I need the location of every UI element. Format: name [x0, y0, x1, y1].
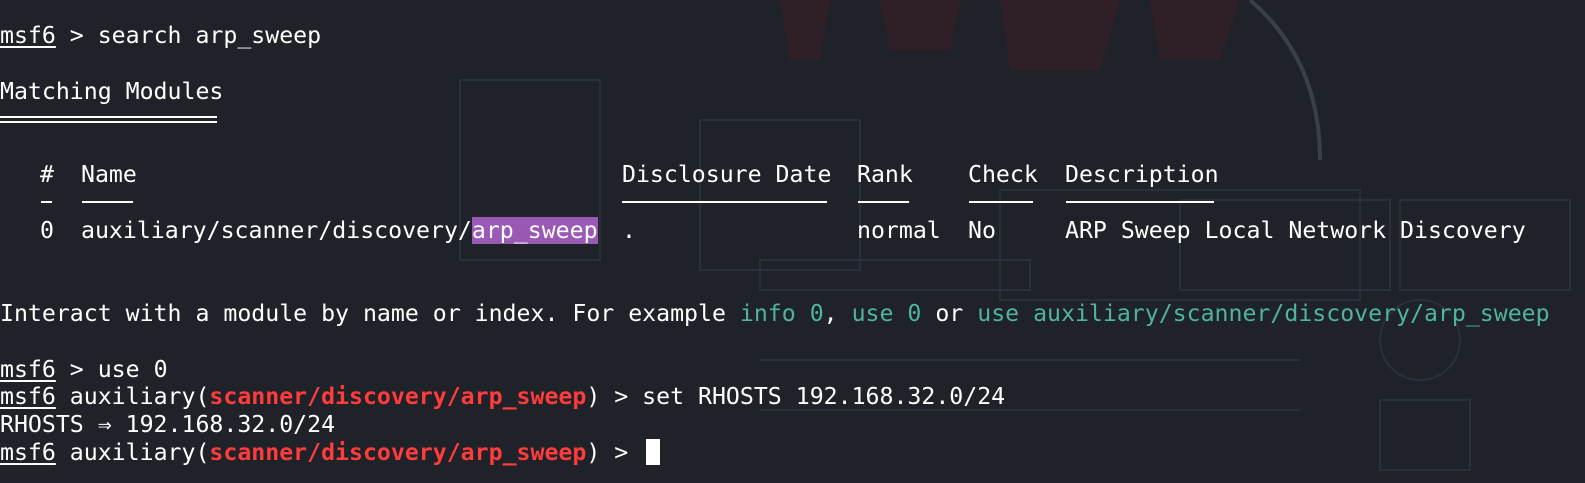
table-row-date: .	[622, 217, 636, 244]
rule-description	[1066, 201, 1214, 203]
prompt: msf6	[0, 356, 56, 383]
col-header-rank: Rank	[857, 161, 913, 188]
hint-text: Interact with a module by name or index.…	[0, 300, 740, 327]
table-row-check: No	[968, 217, 996, 244]
aux-close: ) >	[586, 439, 643, 466]
table-row-rank: normal	[857, 217, 941, 244]
rule-index	[41, 201, 52, 203]
command-line-use: msf6 > use 0	[0, 356, 168, 384]
module-path: scanner/discovery/arp_sweep	[209, 439, 587, 466]
hint-sep-1: ,	[823, 300, 852, 327]
command-line-search: msf6 > search arp_sweep	[0, 22, 321, 50]
hint-use-0: use 0	[851, 300, 922, 327]
col-header-check: Check	[968, 161, 1038, 188]
col-header-disclosure-date: Disclosure Date	[622, 161, 832, 188]
col-header-name: Name	[81, 161, 137, 188]
rule-name	[82, 201, 133, 203]
aux-open: auxiliary(	[55, 439, 210, 466]
command-line-set-rhosts: msf6 auxiliary(scanner/discovery/arp_swe…	[0, 383, 1005, 411]
hint-sep-2: or	[921, 300, 978, 327]
col-header-index: #	[40, 161, 54, 188]
module-name-prefix: auxiliary/scanner/discovery/	[81, 217, 472, 244]
table-row-name: auxiliary/scanner/discovery/arp_sweep	[81, 217, 598, 245]
interact-hint: Interact with a module by name or index.…	[0, 300, 1550, 328]
command-output: RHOSTS ⇒ 192.168.32.0/24	[0, 411, 336, 438]
command-text: > use 0	[55, 356, 168, 383]
section-title: Matching Modules	[0, 78, 224, 105]
table-row-index: 0	[40, 217, 54, 244]
command-text: set RHOSTS 192.168.32.0/24	[642, 383, 1006, 410]
terminal[interactable]: msf6 > search arp_sweep Matching Modules…	[0, 0, 1585, 483]
hint-info-0: info 0	[739, 300, 824, 327]
prompt: msf6	[0, 383, 56, 410]
rule-check	[969, 201, 1033, 203]
section-title-underline	[0, 116, 217, 123]
prompt: msf6	[0, 439, 56, 466]
text-cursor[interactable]	[646, 439, 661, 465]
prompt: msf6	[0, 22, 56, 49]
aux-close: ) >	[586, 383, 643, 410]
aux-open: auxiliary(	[55, 383, 210, 410]
col-header-description: Description	[1065, 161, 1219, 188]
current-prompt-line[interactable]: msf6 auxiliary(scanner/discovery/arp_swe…	[0, 439, 661, 467]
rule-disclosure-date	[622, 201, 827, 203]
rule-rank	[858, 201, 909, 203]
table-row-description: ARP Sweep Local Network Discovery	[1065, 217, 1526, 244]
command-text: > search arp_sweep	[55, 22, 322, 49]
module-path: scanner/discovery/arp_sweep	[209, 383, 587, 410]
hint-use-path: use auxiliary/scanner/discovery/arp_swee…	[977, 300, 1550, 327]
module-name-match: arp_sweep	[471, 217, 598, 244]
